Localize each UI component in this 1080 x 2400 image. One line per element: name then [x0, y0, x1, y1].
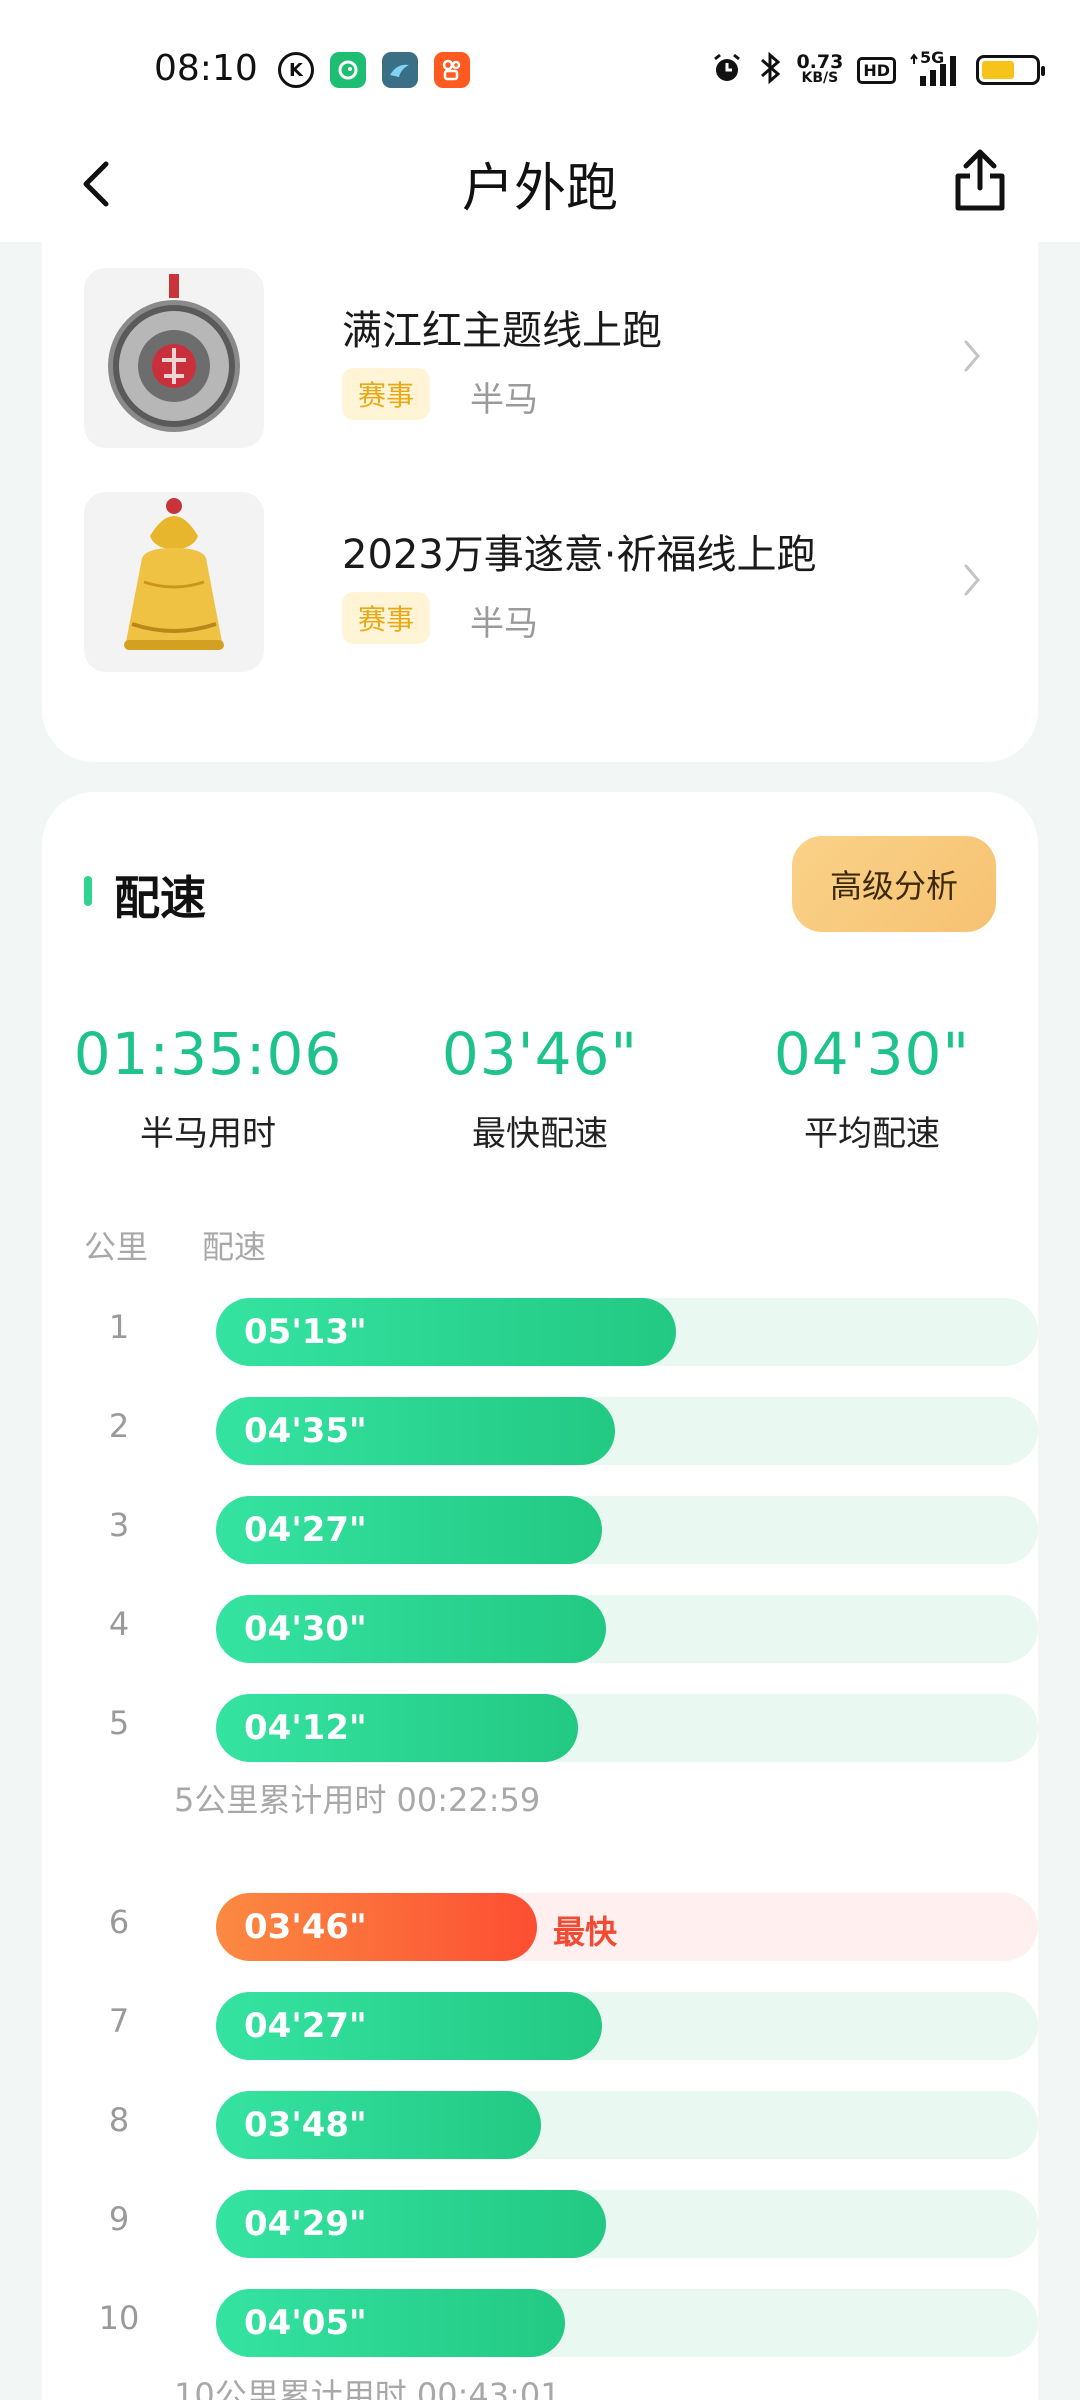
split-km: 8	[108, 2101, 130, 2139]
split-track: 04'27"	[216, 1992, 1038, 2060]
split-km: 7	[108, 2002, 130, 2040]
split-row: 2 04'35"	[84, 1397, 1038, 1465]
split-track: 03'46" 最快	[216, 1893, 1038, 1961]
split-row: 3 04'27"	[84, 1496, 1038, 1564]
split-row: 7 04'27"	[84, 1992, 1038, 2060]
stat-label: 半马用时	[140, 1114, 276, 1154]
split-row: 6 03'46" 最快	[84, 1893, 1038, 1961]
split-pace: 04'27"	[244, 2006, 367, 2046]
split-km: 9	[108, 2200, 130, 2238]
k-app-icon: K	[278, 52, 314, 88]
chevron-right-icon	[964, 340, 980, 372]
split-row: 4 04'30"	[84, 1595, 1038, 1663]
event-item[interactable]: 2023万事遂意·祈福线上跑 赛事 半马	[84, 492, 996, 672]
wechat-icon	[330, 52, 366, 88]
column-header-km: 公里	[84, 1228, 149, 1266]
fastest-label: 最快	[553, 1913, 618, 1951]
split-km: 4	[108, 1605, 130, 1643]
split-pace: 04'05"	[244, 2303, 367, 2343]
event-title: 2023万事遂意·祈福线上跑	[342, 532, 817, 578]
alarm-icon	[710, 51, 744, 89]
event-item[interactable]: 满江红主题线上跑 赛事 半马	[84, 268, 996, 448]
split-bar: 05'13"	[216, 1298, 676, 1366]
split-track: 04'12"	[216, 1694, 1038, 1762]
page-title: 户外跑	[461, 159, 618, 219]
split-pace: 04'29"	[244, 2204, 367, 2244]
split-bar: 04'27"	[216, 1992, 602, 2060]
split-bar: 04'12"	[216, 1694, 578, 1762]
stat-value: 04'30"	[773, 1020, 971, 1088]
signal-icon: 5G	[910, 48, 962, 88]
gold-bell-medal-image	[84, 492, 264, 672]
column-header-pace: 配速	[202, 1228, 267, 1266]
split-row: 9 04'29"	[84, 2190, 1038, 2258]
split-track: 03'48"	[216, 2091, 1038, 2159]
section-marker	[84, 876, 92, 906]
split-bar: 04'29"	[216, 2190, 606, 2258]
event-tag: 赛事	[342, 592, 431, 644]
event-distance: 半马	[470, 604, 538, 644]
pace-section-title: 配速	[114, 871, 206, 925]
split-km: 6	[108, 1903, 130, 1941]
status-bar: 08:10 K 0.73 KB/S HD 5G	[0, 0, 1080, 130]
event-tag: 赛事	[342, 368, 431, 420]
split-bar: 03'48"	[216, 2091, 541, 2159]
split-km: 10	[98, 2299, 140, 2337]
split-km: 1	[108, 1308, 130, 1346]
stat-fastest-pace: 03'46" 最快配速	[390, 1020, 690, 1155]
status-right: 0.73 KB/S HD 5G	[710, 48, 1045, 90]
stat-total-time: 01:35:06 半马用时	[58, 1020, 358, 1155]
pace-card: 配速 高级分析 01:35:06 半马用时 03'46" 最快配速 04'30"…	[42, 792, 1038, 2400]
split-pace: 03'46"	[244, 1907, 367, 1947]
split-row: 10 04'05"	[84, 2289, 1038, 2357]
split-pace: 04'27"	[244, 1510, 367, 1550]
split-pace: 05'13"	[244, 1312, 367, 1352]
split-bar: 04'27"	[216, 1496, 602, 1564]
split-km: 2	[108, 1407, 130, 1445]
battery-icon	[976, 55, 1045, 85]
status-time: 08:10	[154, 48, 258, 89]
hd-icon: HD	[857, 56, 896, 84]
cumulative-time: 5公里累计用时 00:22:59	[174, 1781, 541, 1819]
split-track: 04'27"	[216, 1496, 1038, 1564]
split-track: 04'35"	[216, 1397, 1038, 1465]
silver-medal-image	[84, 268, 264, 448]
event-distance: 半马	[470, 380, 538, 420]
bluetooth-icon	[758, 50, 782, 90]
stat-value: 01:35:06	[73, 1020, 343, 1088]
kuaishou-icon	[434, 52, 470, 88]
split-bar: 04'05"	[216, 2289, 565, 2357]
stat-value: 03'46"	[441, 1020, 639, 1088]
split-pace: 03'48"	[244, 2105, 367, 2145]
split-row: 1 05'13"	[84, 1298, 1038, 1366]
split-bar: 03'46"	[216, 1893, 537, 1961]
cumulative-time: 10公里累计用时 00:43:01	[174, 2376, 561, 2400]
split-pace: 04'12"	[244, 1708, 367, 1748]
surf-app-icon	[382, 52, 418, 88]
split-row: 8 03'48"	[84, 2091, 1038, 2159]
split-track: 04'30"	[216, 1595, 1038, 1663]
split-row: 5 04'12"	[84, 1694, 1038, 1762]
split-pace: 04'30"	[244, 1609, 367, 1649]
stat-label: 最快配速	[472, 1114, 608, 1154]
app-header: 户外跑	[0, 130, 1080, 242]
split-km: 3	[108, 1506, 130, 1544]
events-card: 满江红主题线上跑 赛事 半马 2023万事遂意·祈福线上跑 赛事 半马	[42, 242, 1038, 762]
share-icon	[955, 149, 1005, 211]
split-pace: 04'35"	[244, 1411, 367, 1451]
split-bar: 04'30"	[216, 1595, 606, 1663]
split-track: 05'13"	[216, 1298, 1038, 1366]
split-track: 04'29"	[216, 2190, 1038, 2258]
stat-average-pace: 04'30" 平均配速	[722, 1020, 1022, 1155]
net-speed: 0.73 KB/S	[796, 51, 844, 87]
stat-label: 平均配速	[804, 1114, 940, 1154]
chevron-right-icon	[964, 564, 980, 596]
split-km: 5	[108, 1704, 130, 1742]
split-bar: 04'35"	[216, 1397, 615, 1465]
advanced-analysis-button[interactable]: 高级分析	[792, 836, 996, 932]
split-track: 04'05"	[216, 2289, 1038, 2357]
event-title: 满江红主题线上跑	[342, 308, 662, 354]
share-button[interactable]	[950, 146, 1010, 216]
